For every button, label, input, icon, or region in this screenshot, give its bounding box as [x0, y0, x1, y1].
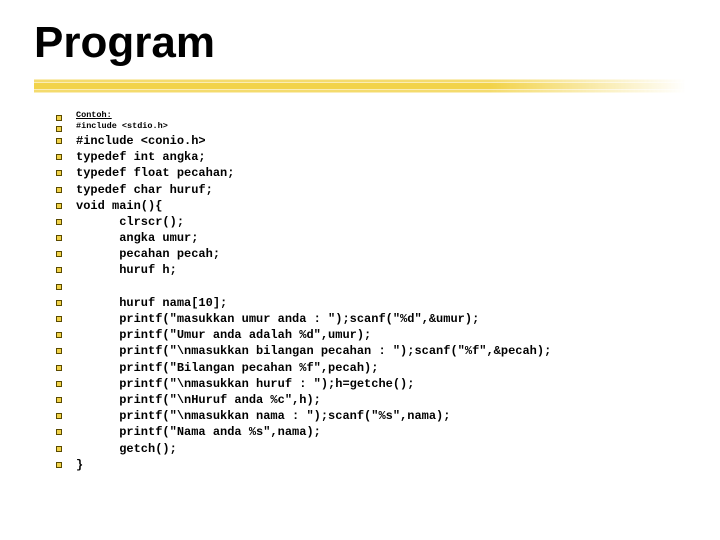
code-line: printf("\nmasukkan huruf : ");h=getche()…: [56, 376, 686, 392]
code-line: angka umur;: [56, 230, 686, 246]
code-line: void main(){: [56, 198, 686, 214]
code-block: Contoh:#include <stdio.h>#include <conio…: [34, 110, 686, 473]
code-line: printf("Bilangan pecahan %f",pecah);: [56, 360, 686, 376]
title-divider: [34, 74, 686, 98]
code-line: typedef float pecahan;: [56, 165, 686, 181]
code-line: printf("\nmasukkan bilangan pecahan : ")…: [56, 343, 686, 359]
code-line: printf("\nHuruf anda %c",h);: [56, 392, 686, 408]
code-line: }: [56, 457, 686, 473]
code-line: printf("masukkan umur anda : ");scanf("%…: [56, 311, 686, 327]
code-line: Contoh:: [56, 110, 686, 121]
code-line: huruf nama[10];: [56, 295, 686, 311]
code-line: printf("Umur anda adalah %d",umur);: [56, 327, 686, 343]
code-line: [56, 279, 686, 295]
code-line: printf("Nama anda %s",nama);: [56, 424, 686, 440]
code-line: #include <conio.h>: [56, 133, 686, 149]
code-line: printf("\nmasukkan nama : ");scanf("%s",…: [56, 408, 686, 424]
code-line: huruf h;: [56, 262, 686, 278]
code-line: #include <stdio.h>: [56, 121, 686, 132]
code-line: pecahan pecah;: [56, 246, 686, 262]
code-line: typedef char huruf;: [56, 182, 686, 198]
slide: Program Contoh:#include <stdio.h>#includ…: [0, 0, 720, 540]
page-title: Program: [34, 18, 686, 68]
code-list: Contoh:#include <stdio.h>#include <conio…: [56, 110, 686, 473]
code-line: getch();: [56, 441, 686, 457]
code-line: typedef int angka;: [56, 149, 686, 165]
code-line: clrscr();: [56, 214, 686, 230]
